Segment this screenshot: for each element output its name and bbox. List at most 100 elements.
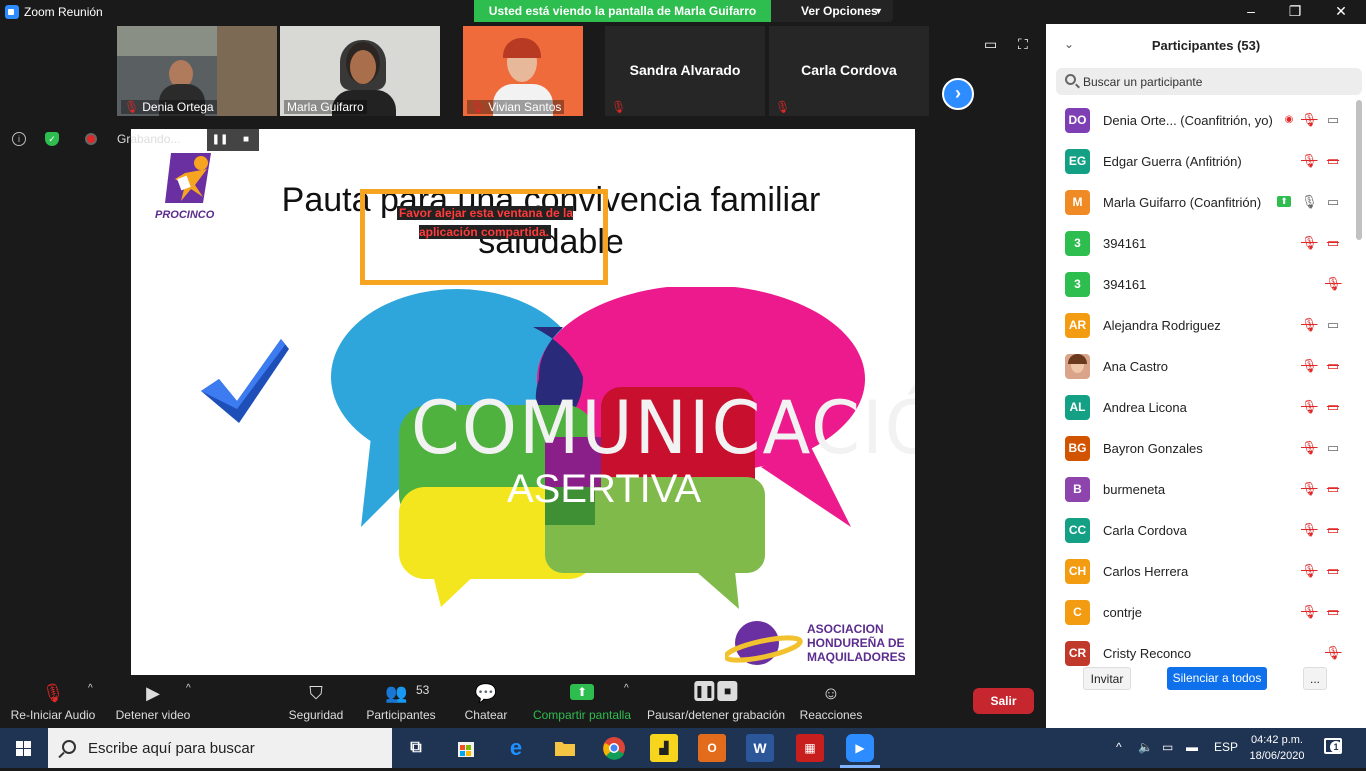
invite-button[interactable]: Invitar (1083, 667, 1131, 690)
maximize-button[interactable]: ❐ (1272, 0, 1318, 24)
participant-avatar: CR (1065, 641, 1090, 666)
clock-time: 04:42 p.m. (1251, 734, 1303, 746)
panel-header: ⌄ Participantes (53) (1046, 24, 1366, 66)
participant-search-input[interactable] (1083, 72, 1353, 91)
network-icon[interactable]: ▭ (1162, 740, 1173, 754)
participant-name: contrje (1103, 605, 1143, 620)
participant-row[interactable]: CH Carlos Herrera 🎙 ▭ (1046, 551, 1352, 592)
security-button[interactable]: ⛉ Seguridad (284, 675, 348, 728)
video-camera-icon: ▭ (1326, 440, 1340, 455)
clock-date: 18/06/2020 (1249, 750, 1305, 762)
video-off-icon: ▭ (1326, 563, 1340, 578)
participant-avatar: C (1065, 600, 1090, 625)
reactions-label: Reacciones (799, 708, 863, 722)
participant-avatar: 3 (1065, 231, 1090, 256)
procinco-logo-text: PROCINCO (155, 209, 215, 221)
battery-icon[interactable]: ▬ (1186, 740, 1198, 754)
chat-button[interactable]: 💬 Chatear (458, 675, 514, 728)
video-button[interactable]: ▶ Detener video (112, 675, 194, 728)
participants-icon: 👥 (385, 683, 408, 703)
participant-row[interactable]: DO Denia Orte... (Coanfitrión, yo) ◉ 🎙 ▭ (1046, 100, 1352, 141)
participants-button[interactable]: 👥 53 Participantes (364, 675, 438, 728)
muted-mic-icon: 🎙 (1301, 112, 1318, 127)
pause-recording-button[interactable]: ❚❚ (207, 129, 233, 151)
security-app-icon[interactable]: ▦ (796, 734, 824, 762)
participant-row[interactable]: Bburmeneta 🎙 ▭ (1046, 469, 1352, 510)
more-options-button[interactable]: ... (1303, 667, 1327, 690)
participant-row[interactable]: BG Bayron Gonzales 🎙 ▭ (1046, 428, 1352, 469)
taskbar-clock[interactable]: 04:42 p.m. 18/06/2020 (1246, 732, 1308, 764)
recording-icon: ◉ (1284, 114, 1294, 125)
share-screen-button[interactable]: ⬆ Compartir pantalla (530, 675, 634, 728)
layout-toggle-icon[interactable]: ▭ (984, 36, 997, 53)
volume-icon[interactable]: 🔈 (1138, 740, 1153, 754)
muted-mic-icon: 🎙 (1301, 522, 1318, 537)
store-icon[interactable] (452, 734, 480, 762)
muted-mic-icon: 🎙 (41, 683, 65, 703)
file-explorer-icon[interactable] (551, 734, 579, 762)
video-tile[interactable]: 🎙 Vivian Santos (463, 26, 583, 116)
muted-mic-icon: 🎙 (1301, 563, 1318, 578)
zoom-taskbar-icon[interactable]: ▶ (846, 734, 874, 762)
video-tile-active-speaker[interactable]: Marla Guifarro (280, 26, 440, 116)
audio-button[interactable]: 🎙 Re-Iniciar Audio (6, 675, 100, 728)
task-view-icon[interactable]: ⧉ (402, 734, 430, 762)
participant-row[interactable]: 3 394161 🎙 ▭ (1046, 223, 1352, 264)
participant-row[interactable]: EG Edgar Guerra (Anfitrión) 🎙 ▭ (1046, 141, 1352, 182)
view-options-button[interactable]: Ver Opciones ▼ (771, 0, 893, 22)
video-camera-icon: ▭ (1326, 194, 1340, 209)
participant-avatar: CH (1065, 559, 1090, 584)
video-tile[interactable]: 🎙 Denia Ortega (117, 26, 277, 116)
muted-mic-icon: 🎙 (1301, 235, 1318, 250)
subheadline-text: ASERTIVA (507, 467, 702, 511)
word-icon[interactable]: W (746, 734, 774, 762)
recording-control-label: Pausar/detener grabación (646, 708, 786, 722)
tray-overflow-chevron-icon[interactable]: ^ (1116, 740, 1122, 754)
participant-row[interactable]: AR Alejandra Rodriguez 🎙 ▭ (1046, 305, 1352, 346)
edge-browser-icon[interactable]: e (502, 734, 530, 762)
video-options-caret-icon[interactable]: ^ (186, 683, 191, 694)
start-button[interactable] (0, 728, 48, 768)
taskbar-search[interactable]: Escribe aquí para buscar (48, 728, 392, 768)
minimize-button[interactable]: – (1228, 0, 1274, 24)
participant-row[interactable]: Ccontrje 🎙 ▭ (1046, 592, 1352, 633)
participant-row[interactable]: 3 394161 🎙 (1046, 264, 1352, 305)
video-off-icon: ▭ (1326, 235, 1340, 250)
meeting-info-icon[interactable]: i (12, 132, 26, 146)
participant-row[interactable]: AL Andrea Licona 🎙 ▭ (1046, 387, 1352, 428)
leave-meeting-button[interactable]: Salir (973, 688, 1034, 714)
language-indicator[interactable]: ESP (1214, 740, 1238, 754)
participant-row[interactable]: M Marla Guifarro (Coanfitrión) ⬆ 🎙 ▭ (1046, 182, 1352, 223)
participant-search[interactable] (1056, 68, 1362, 95)
participant-row[interactable]: Ana Castro 🎙 ▭ (1046, 346, 1352, 387)
window-title: Zoom Reunión (24, 5, 103, 19)
close-button[interactable]: ✕ (1318, 0, 1364, 24)
office-app-icon[interactable]: O (698, 734, 726, 762)
fullscreen-icon[interactable]: ⛶ (1018, 36, 1028, 53)
mic-icon: 🎙 (1301, 194, 1318, 209)
video-tile[interactable]: Carla Cordova 🎙 (769, 26, 929, 116)
muted-mic-icon: 🎙 (1301, 153, 1318, 168)
participant-row[interactable]: CC Carla Cordova 🎙 ▭ (1046, 510, 1352, 551)
share-options-caret-icon[interactable]: ^ (624, 683, 629, 694)
sticky-notes-icon[interactable]: ▟ (650, 734, 678, 762)
participant-name: Ana Castro (1103, 359, 1169, 374)
sharing-banner: Usted está viendo la pantalla de Marla G… (474, 0, 771, 22)
participant-name: Edgar Guerra (Anfitrión) (1103, 154, 1242, 169)
video-off-icon: ▭ (1326, 399, 1340, 414)
recording-control-button[interactable]: ❚❚ ■ Pausar/detener grabación (646, 675, 786, 728)
video-camera-icon: ▶ (146, 683, 160, 703)
video-tile[interactable]: Sandra Alvarado 🎙 (605, 26, 765, 116)
mute-all-button[interactable]: Silenciar a todos (1167, 667, 1267, 690)
search-icon (1065, 74, 1076, 85)
participant-name: Carla Cordova (1103, 523, 1187, 538)
chrome-browser-icon[interactable] (600, 734, 628, 762)
participant-name: Bayron Gonzales (1103, 441, 1203, 456)
shield-icon: ⛉ (309, 683, 323, 703)
participant-list-scrollbar[interactable] (1356, 100, 1362, 240)
encryption-shield-icon[interactable]: ✓ (45, 132, 59, 146)
stop-recording-button[interactable]: ■ (233, 129, 259, 151)
reactions-button[interactable]: ☺ Reacciones (798, 675, 864, 728)
audio-options-caret-icon[interactable]: ^ (88, 683, 93, 694)
next-page-arrow-icon[interactable]: › (942, 78, 974, 110)
